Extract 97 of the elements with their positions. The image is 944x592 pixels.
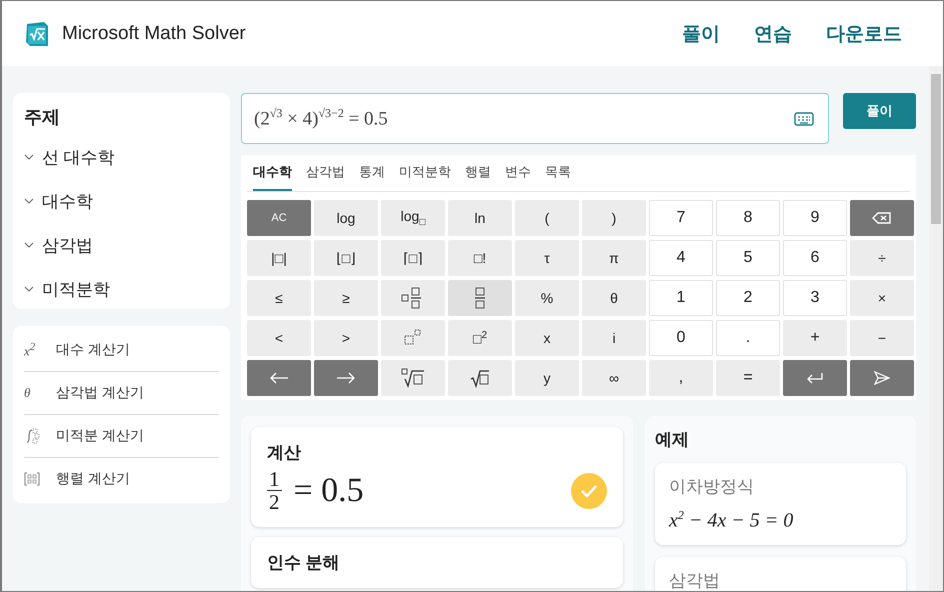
right-arrow-icon: [336, 372, 356, 384]
keyboard-key[interactable]: τ: [515, 240, 579, 276]
keyboard-tab[interactable]: 대수학: [253, 155, 292, 191]
result-title: 계산: [267, 442, 302, 464]
keyboard-key[interactable]: ≤: [247, 280, 311, 316]
nav-link[interactable]: 풀이: [682, 20, 720, 46]
keyboard-key[interactable]: 7: [649, 200, 713, 236]
calculator-link[interactable]: 행렬 계산기: [56, 470, 130, 488]
keyboard-tab[interactable]: 삼각법: [306, 155, 345, 191]
chevron-icon[interactable]: [24, 242, 34, 248]
keyboard-key[interactable]: ∞: [582, 360, 646, 396]
keyboard-key[interactable]: 4: [649, 240, 713, 276]
scrollbar-thumb[interactable]: [931, 74, 941, 224]
calculator-symbol: x$^{2}$: [24, 340, 36, 360]
send-icon: [874, 371, 890, 385]
keyboard-key[interactable]: ): [582, 200, 646, 236]
topics-heading: 주제: [24, 106, 61, 129]
nav-link[interactable]: 다운로드: [826, 20, 902, 46]
example-title: 이차방정식: [669, 476, 755, 498]
keyboard-key[interactable]: 8: [716, 200, 780, 236]
example-title: 삼각법: [669, 570, 721, 591]
keyboard-tab[interactable]: 변수: [505, 155, 531, 191]
keyboard-key[interactable]: [850, 360, 914, 396]
keyboard-key[interactable]: [381, 280, 445, 316]
keyboard-key[interactable]: π: [582, 240, 646, 276]
keyboard-key[interactable]: [448, 360, 512, 396]
matrix-icon: [24, 472, 40, 486]
calculator-link[interactable]: 대수 계산기: [56, 341, 130, 359]
calculator-link[interactable]: 미적분 계산기: [56, 427, 144, 445]
keyboard-key[interactable]: ≥: [314, 280, 378, 316]
left-arrow-icon: [269, 372, 289, 384]
keyboard-key[interactable]: ln: [448, 200, 512, 236]
chevron-icon[interactable]: [24, 198, 34, 204]
keyboard-tab[interactable]: 목록: [545, 155, 571, 191]
nth-root-icon: [401, 368, 425, 388]
topic-link[interactable]: 선 대수학: [42, 146, 115, 168]
keyboard-key[interactable]: [850, 200, 914, 236]
calculator-symbol: θ: [24, 385, 30, 401]
keyboard-key[interactable]: =: [716, 360, 780, 396]
keyboard-key[interactable]: −: [850, 320, 914, 356]
keyboard-tab[interactable]: 행렬: [465, 155, 491, 191]
keyboard-key[interactable]: +: [783, 320, 847, 356]
keyboard-key[interactable]: .: [716, 320, 780, 356]
keyboard-icon[interactable]: [794, 112, 814, 126]
keyboard-key[interactable]: ⌊□⌋: [314, 240, 378, 276]
keyboard-key[interactable]: AC: [247, 200, 311, 236]
keyboard-key[interactable]: |□|: [247, 240, 311, 276]
keyboard-tab[interactable]: 미적분학: [399, 155, 451, 191]
keyboard-key[interactable]: ÷: [850, 240, 914, 276]
keyboard-tab[interactable]: 통계: [359, 155, 385, 191]
keyboard-key[interactable]: [381, 360, 445, 396]
keyboard-key[interactable]: □!: [448, 240, 512, 276]
keyboard-key[interactable]: i: [582, 320, 646, 356]
keyboard-key[interactable]: y: [515, 360, 579, 396]
keyboard-key[interactable]: θ: [582, 280, 646, 316]
examples-heading: 예제: [655, 429, 690, 451]
backspace-icon: [872, 211, 892, 225]
keyboard-key[interactable]: %: [515, 280, 579, 316]
example-card[interactable]: 이차방정식 x$^{2}$ − 4x − 5 = 0: [655, 463, 906, 545]
keyboard-key[interactable]: 0: [649, 320, 713, 356]
result-title: 인수 분해: [267, 552, 341, 574]
power-box-icon: [404, 329, 422, 347]
calculator-link[interactable]: 삼각법 계산기: [56, 384, 144, 402]
keyboard-key[interactable]: ×: [850, 280, 914, 316]
chevron-icon[interactable]: [24, 154, 34, 160]
keyboard-key[interactable]: 9: [783, 200, 847, 236]
square-root-icon: [470, 368, 490, 388]
keyboard-key[interactable]: x: [515, 320, 579, 356]
math-input-field[interactable]: (2$^{√3}$ × 4)$^{√3−2}$ = 0.5: [241, 93, 829, 144]
keyboard-key[interactable]: 6: [783, 240, 847, 276]
integral-icon: [24, 427, 40, 445]
keyboard-key[interactable]: 2: [716, 280, 780, 316]
keyboard-key[interactable]: log$_{□}$: [381, 200, 445, 236]
keyboard-key[interactable]: ⌈□⌉: [381, 240, 445, 276]
keyboard-key[interactable]: >: [314, 320, 378, 356]
topic-link[interactable]: 대수학: [42, 190, 93, 212]
scrollbar[interactable]: [929, 66, 943, 591]
solve-button[interactable]: 풀이: [843, 93, 916, 129]
topic-link[interactable]: 미적분학: [42, 278, 110, 300]
keyboard-key[interactable]: □$^{2}$: [448, 320, 512, 356]
example-equation: x$^{2}$ − 4x − 5 = 0: [669, 508, 794, 533]
keyboard-key[interactable]: ,: [649, 360, 713, 396]
chevron-icon[interactable]: [24, 286, 34, 292]
keyboard-key[interactable]: 3: [783, 280, 847, 316]
nav-link[interactable]: 연습: [754, 20, 792, 46]
enter-icon: [806, 372, 824, 384]
keyboard-key[interactable]: (: [515, 200, 579, 236]
keyboard-key[interactable]: <: [247, 320, 311, 356]
logo-icon: [24, 20, 50, 48]
example-card[interactable]: 삼각법: [655, 556, 906, 591]
topic-link[interactable]: 삼각법: [42, 234, 93, 256]
site-title: Microsoft Math Solver: [62, 22, 246, 44]
keyboard-key[interactable]: [448, 280, 512, 316]
keyboard-key[interactable]: 1: [649, 280, 713, 316]
keyboard-key[interactable]: log: [314, 200, 378, 236]
fraction-icon: [473, 286, 487, 310]
keyboard-key[interactable]: 5: [716, 240, 780, 276]
